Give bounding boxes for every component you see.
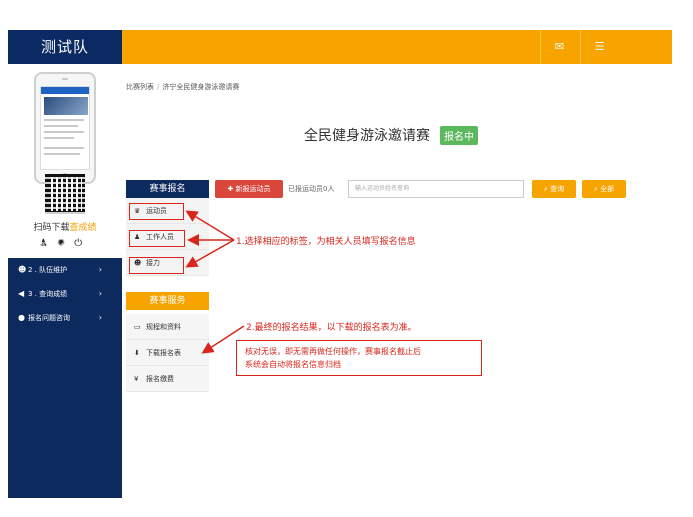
registration-heading: 赛事报名 bbox=[126, 180, 209, 198]
add-athlete-button[interactable]: ✚ 新报运动员 bbox=[215, 180, 283, 198]
highlight-relay bbox=[129, 257, 184, 274]
sidebar-item-team[interactable]: ☻ 2 . 队伍维护 › bbox=[8, 258, 122, 282]
chevron-right-icon: › bbox=[98, 313, 102, 322]
chevron-right-icon: › bbox=[98, 289, 102, 298]
service-payment[interactable]: ¥ 报名缴费 bbox=[126, 366, 209, 392]
query-button[interactable]: ⌕ 查询 bbox=[532, 180, 576, 198]
annotation-archive: 核对无误，即无需再做任何操作，赛事报名截止后 系统会自动将报名信息归档 bbox=[236, 340, 482, 376]
breadcrumb-root[interactable]: 比赛列表 bbox=[126, 83, 154, 91]
annotation-result: 2.最终的报名结果，以下载的报名表为准。 bbox=[246, 323, 417, 333]
annotation-tabs: 1.选择相应的标签，为相关人员填写报名信息 bbox=[236, 237, 416, 247]
app-frame: 测试队 扫码下载查成绩 ♟✹⏻ ♛ 1 . 赛事报名 › ☻ 2 . 队伍维护 … bbox=[8, 30, 672, 498]
question-icon: ● bbox=[18, 313, 25, 322]
folder-icon: ▭ bbox=[134, 323, 141, 331]
sidebar-item-registration[interactable]: ♛ 1 . 赛事报名 › bbox=[8, 234, 122, 258]
plus-icon: ✚ bbox=[227, 185, 236, 193]
chevron-right-icon: › bbox=[98, 265, 102, 274]
megaphone-icon: ◀ bbox=[18, 289, 25, 298]
breadcrumb-current: 济宁全民健身游泳邀请赛 bbox=[162, 83, 240, 91]
registered-count: 已报运动员0人 bbox=[288, 185, 335, 193]
sidebar-menu: ♛ 1 . 赛事报名 › ☻ 2 . 队伍维护 › ◀ 3 . 查询成绩 › ● 报名问题咨询… bbox=[8, 234, 122, 330]
sidebar-item-results[interactable]: ◀ 3 . 查询成绩 › bbox=[8, 282, 122, 306]
sidebar-item-help[interactable]: ● 报名问题咨询 › bbox=[8, 306, 122, 330]
services-heading: 赛事服务 bbox=[126, 292, 209, 310]
highlight-athlete bbox=[129, 203, 184, 220]
service-rules[interactable]: ▭ 规程和资料 bbox=[126, 314, 209, 340]
scan-download-text: 扫码下载查成绩 bbox=[33, 223, 97, 233]
all-button[interactable]: ⌕ 全部 bbox=[582, 180, 626, 198]
page-title: 全民健身游泳邀请赛 bbox=[304, 128, 430, 144]
menu-icon: ☰ bbox=[594, 40, 605, 53]
download-icon: ⬇ bbox=[134, 349, 140, 357]
chevron-right-icon: › bbox=[98, 241, 102, 250]
status-badge: 报名中 bbox=[440, 126, 478, 145]
app-download-panel: 扫码下载查成绩 ♟✹⏻ bbox=[8, 64, 122, 258]
menu-button[interactable]: ☰ bbox=[580, 30, 618, 64]
phone-illustration bbox=[34, 72, 96, 184]
highlight-staff bbox=[129, 230, 185, 247]
sidebar: 测试队 扫码下载查成绩 ♟✹⏻ ♛ 1 . 赛事报名 › ☻ 2 . 队伍维护 … bbox=[8, 30, 122, 498]
search-input[interactable]: 输入运动员姓名查询 bbox=[348, 180, 524, 198]
trophy-icon: ♛ bbox=[18, 241, 26, 250]
mail-icon: ✉ bbox=[554, 40, 565, 53]
users-icon: ☻ bbox=[18, 265, 27, 274]
team-name: 测试队 bbox=[8, 30, 122, 64]
yen-icon: ¥ bbox=[134, 375, 139, 383]
mail-button[interactable]: ✉ bbox=[540, 30, 578, 64]
top-bar: ✉ ☰ bbox=[122, 30, 672, 64]
service-download-form[interactable]: ⬇ 下载报名表 bbox=[126, 340, 209, 366]
breadcrumb: 比赛列表 / 济宁全民健身游泳邀请赛 bbox=[126, 83, 240, 91]
